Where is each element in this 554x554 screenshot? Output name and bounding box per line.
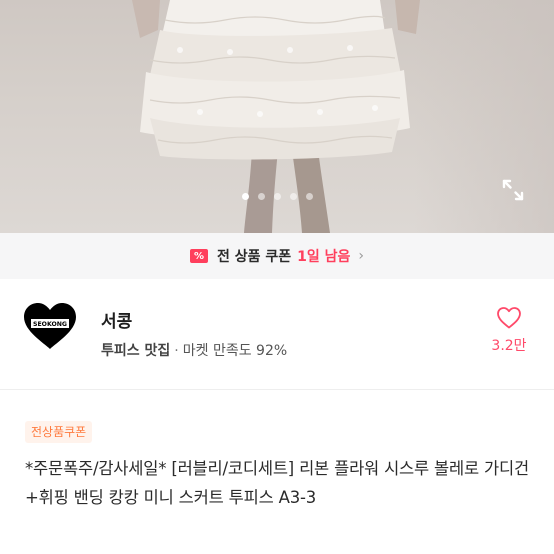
heart-icon [497, 307, 521, 329]
coupon-text: 전 상품 쿠폰 [216, 249, 292, 265]
coupon-badge: 전상품쿠폰 [25, 421, 93, 443]
shop-name[interactable]: 서콩 [101, 307, 132, 332]
separator-dot: · [174, 343, 179, 359]
favorite-count: 3.2만 [491, 338, 527, 354]
shop-info: SEOKONG 서콩 투피스 맛집 · 마켓 만족도 92% 3.2만 [0, 279, 554, 390]
carousel-dot[interactable] [305, 192, 313, 200]
carousel-dot[interactable] [241, 192, 249, 200]
expand-icon[interactable] [498, 175, 528, 205]
carousel-dots [0, 190, 554, 202]
coupon-banner[interactable]: % 전 상품 쿠폰 1일 남음 › [0, 233, 554, 279]
carousel-dot[interactable] [273, 192, 281, 200]
coupon-icon: % [189, 249, 208, 263]
shop-description: 투피스 맛집 · 마켓 만족도 92% [101, 340, 287, 360]
shop-logo[interactable]: SEOKONG [22, 301, 78, 351]
carousel-dot[interactable] [257, 192, 265, 200]
coupon-remaining: 1일 남음 [297, 249, 351, 265]
carousel-dot[interactable] [289, 192, 297, 200]
shop-satisfaction: 마켓 만족도 92% [182, 343, 288, 359]
favorite-button[interactable]: 3.2만 [484, 306, 534, 356]
product-title: *주문폭주/감사세일* [러블리/코디세트] 리본 플라워 시스루 볼레로 가디… [25, 459, 529, 507]
chevron-right-icon: › [358, 248, 365, 264]
shop-logo-text: SEOKONG [33, 321, 67, 328]
product-image[interactable] [0, 0, 554, 233]
shop-category: 투피스 맛집 [101, 343, 171, 359]
